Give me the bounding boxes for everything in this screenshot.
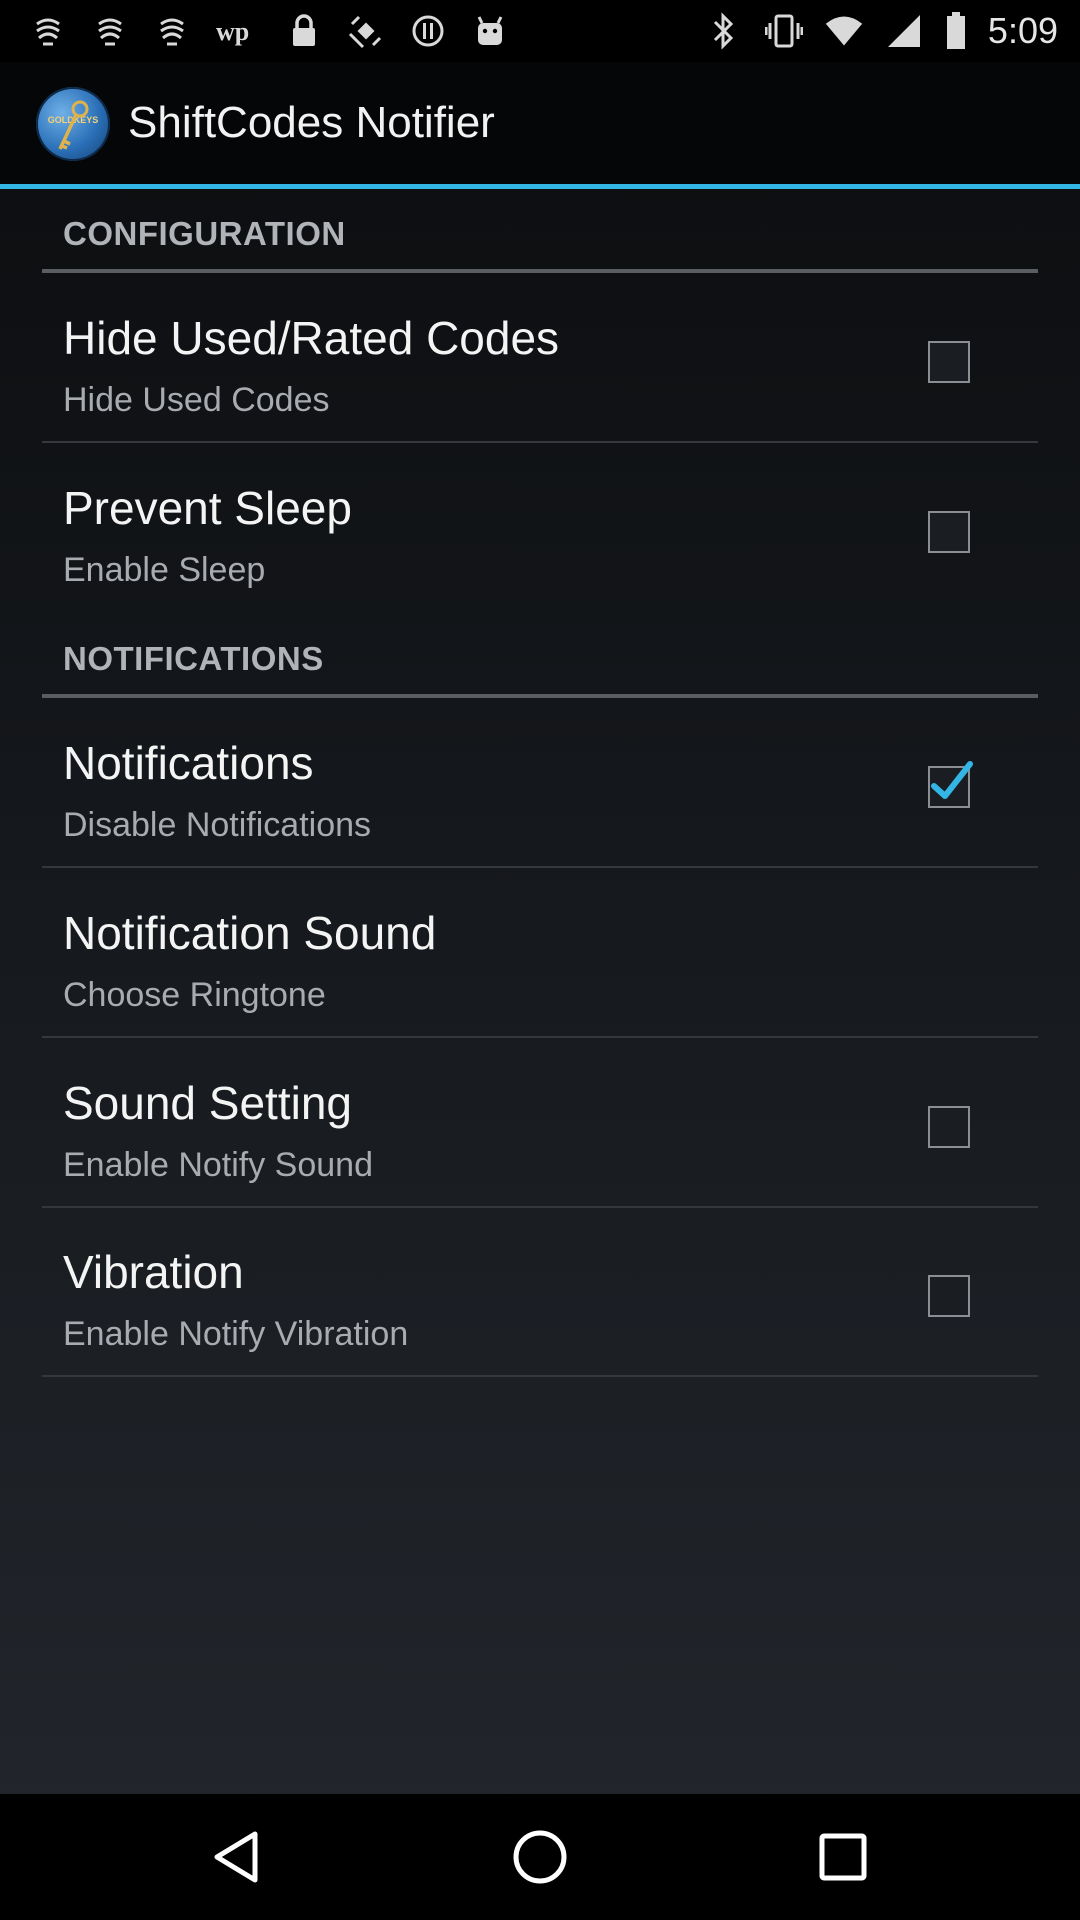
pref-prevent-sleep[interactable]: Prevent Sleep Enable Sleep [42,443,1038,611]
section-header-notifications: NOTIFICATIONS [42,614,1038,698]
home-button[interactable] [507,1824,573,1890]
status-time: 5:09 [987,10,1058,51]
pref-summary: Enable Notify Sound [63,1146,373,1184]
recents-icon [819,1833,867,1881]
signal-icon [884,11,924,51]
settings-screen: wp 5:09 GOLDKEYS ShiftCodes Notifier CON… [0,0,1080,1920]
wordpress-icon: wp [214,11,262,51]
pref-summary: Enable Notify Vibration [63,1315,409,1353]
bluetooth-icon [704,11,744,51]
status-right-icons: 5:09 [704,8,1058,54]
pref-title: Prevent Sleep [63,482,352,534]
alert-icon [408,11,448,51]
pref-summary: Choose Ringtone [63,976,326,1014]
pref-title: Notification Sound [63,907,437,959]
gps-icon [346,11,386,51]
app-title: ShiftCodes Notifier [128,98,495,147]
action-bar: GOLDKEYS ShiftCodes Notifier [0,62,1080,189]
pref-title: Sound Setting [63,1077,353,1129]
pref-sound-setting[interactable]: Sound Setting Enable Notify Sound [42,1038,1038,1208]
hide-used-codes-checkbox[interactable] [928,341,970,383]
app-logo[interactable]: GOLDKEYS [36,87,110,161]
notification-icon [152,11,192,51]
back-button[interactable] [205,1824,271,1890]
battery-icon [944,11,968,51]
pref-title: Notifications [63,737,314,789]
wifi-icon [824,11,864,51]
android-icon [470,11,510,51]
prevent-sleep-checkbox[interactable] [928,511,970,553]
lock-icon [284,11,324,51]
notifications-checkbox[interactable] [928,761,973,808]
svg-text:wp: wp [216,17,249,46]
navigation-bar [0,1794,1080,1920]
vibration-checkbox[interactable] [928,1275,970,1317]
vibrate-icon [764,11,804,51]
home-icon [513,1830,567,1884]
pref-hide-used-codes[interactable]: Hide Used/Rated Codes Hide Used Codes [42,273,1038,443]
pref-notifications[interactable]: Notifications Disable Notifications [42,698,1038,868]
pref-title: Hide Used/Rated Codes [63,312,560,364]
recents-button[interactable] [810,1824,876,1890]
notification-icon [90,11,130,51]
back-icon [214,1831,258,1883]
section-header-label: CONFIGURATION [63,215,346,252]
section-header-configuration: CONFIGURATION [42,189,1038,273]
pref-summary: Disable Notifications [63,806,372,844]
pref-title: Vibration [63,1246,244,1298]
pref-summary: Hide Used Codes [63,381,330,419]
status-left-icons: wp [28,10,510,52]
pref-notification-sound[interactable]: Notification Sound Choose Ringtone [42,868,1038,1038]
checkmark-icon [931,761,973,799]
sound-setting-checkbox[interactable] [928,1106,970,1148]
section-header-label: NOTIFICATIONS [63,640,324,677]
pref-vibration[interactable]: Vibration Enable Notify Vibration [42,1207,1038,1377]
pref-summary: Enable Sleep [63,551,266,589]
notification-icon [28,11,68,51]
status-bar: wp 5:09 [0,0,1080,62]
